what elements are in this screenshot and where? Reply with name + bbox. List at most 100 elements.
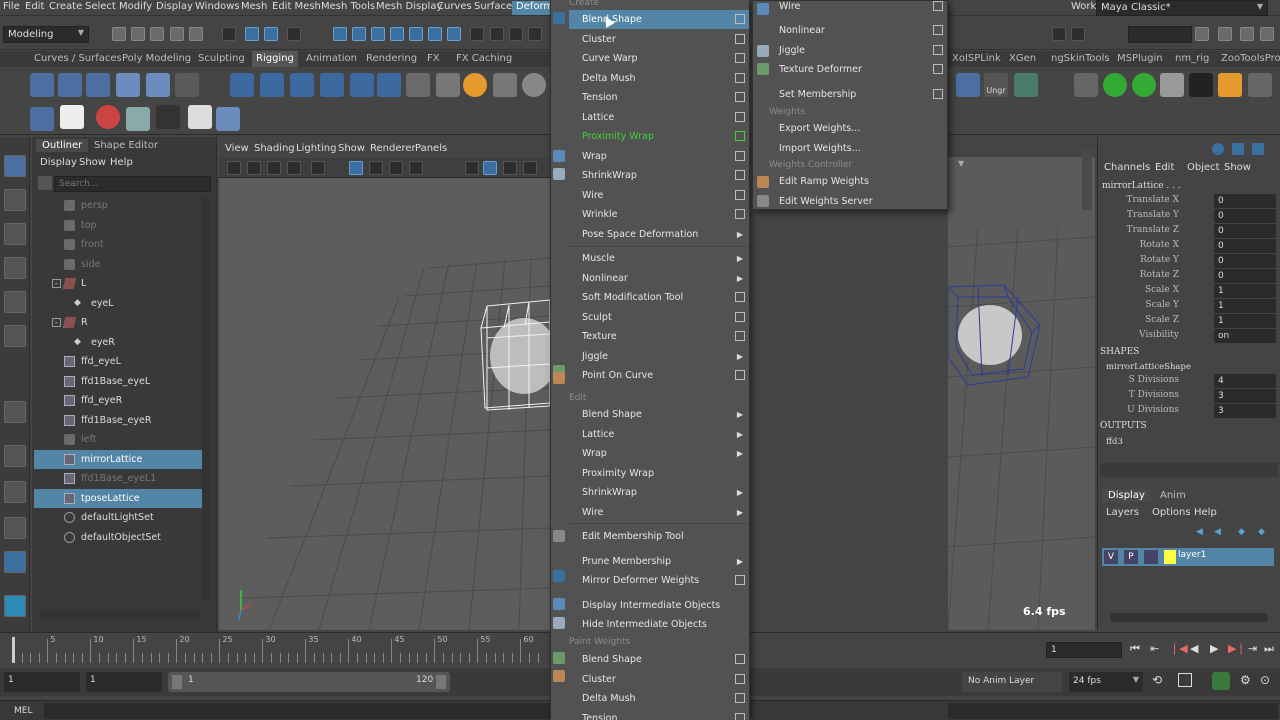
deform-edit-wire[interactable]: Wire ▶ xyxy=(569,503,749,522)
2d-pan-icon[interactable] xyxy=(311,161,325,175)
save-scene-icon[interactable] xyxy=(150,27,164,41)
option-box-icon[interactable] xyxy=(735,292,745,302)
go-to-start-icon[interactable]: ⏮ xyxy=(1130,642,1140,656)
cluster-icon[interactable] xyxy=(260,73,284,97)
input-line-field[interactable] xyxy=(1128,26,1192,43)
option-box-icon[interactable] xyxy=(735,33,745,44)
menu-mesh-tools[interactable]: Mesh Tools xyxy=(321,1,375,12)
cb-attr-row-t-divisions[interactable]: T Divisions 3 xyxy=(1098,389,1280,404)
deform-membership-mirror-deformer-weights[interactable]: Mirror Deformer Weights xyxy=(569,571,749,590)
outliner-row-eyer[interactable]: ◆ eyeR xyxy=(34,333,202,352)
single-layout-icon[interactable] xyxy=(4,445,26,467)
textured-icon[interactable] xyxy=(523,161,537,175)
menu-edit[interactable]: Edit xyxy=(25,1,44,12)
layer-move-up-icon[interactable]: ◀ xyxy=(1196,527,1208,537)
gate-mask-icon[interactable] xyxy=(409,161,423,175)
play-backward-icon[interactable]: ◀ xyxy=(1190,642,1198,655)
lattice-shelf-icon[interactable] xyxy=(290,73,314,97)
deform-create-pose-space-deformation[interactable]: Pose Space Deformation ▶ xyxy=(569,225,749,244)
deform-create-sculpt[interactable]: Sculpt xyxy=(569,308,749,327)
cb-attr-row-scale-z[interactable]: Scale Z 1 xyxy=(1098,314,1280,329)
submenu-nonlinear[interactable]: Nonlinear xyxy=(779,21,945,40)
user-icon[interactable] xyxy=(1195,27,1209,41)
deform-create-wrap[interactable]: Wrap xyxy=(569,147,749,166)
go-to-end-icon[interactable]: ⏭ xyxy=(1264,642,1274,656)
pole-vector-icon[interactable] xyxy=(493,73,517,97)
key-prefs-icon[interactable]: ⊙ xyxy=(1260,673,1270,687)
viewport-persp[interactable] xyxy=(219,178,550,630)
vp-menu-show[interactable]: Show xyxy=(338,143,365,154)
select-component-icon[interactable] xyxy=(264,27,278,41)
new-layer-selected-icon[interactable]: ◆ xyxy=(1258,527,1270,537)
outliner-row-left[interactable]: left xyxy=(34,430,202,449)
layers-menu-layers[interactable]: Layers xyxy=(1106,507,1139,518)
outliner-row-ffd1base-eyer[interactable]: ffd1Base_eyeR xyxy=(34,411,202,430)
cb-attr-row-rotate-x[interactable]: Rotate X 0 xyxy=(1098,239,1280,254)
option-box-icon[interactable] xyxy=(735,72,745,83)
cb-attr-row-scale-y[interactable]: Scale Y 1 xyxy=(1098,299,1280,314)
smooth-shade-icon[interactable] xyxy=(483,161,497,175)
brush-icon[interactable] xyxy=(216,107,240,131)
vp-menu-view[interactable]: View xyxy=(225,143,249,154)
scale-tool-icon[interactable] xyxy=(4,325,26,347)
menu-curves[interactable]: Curves xyxy=(437,1,472,12)
select-object-icon[interactable] xyxy=(245,27,259,41)
grid-toggle-icon[interactable] xyxy=(349,161,363,175)
play-icon[interactable] xyxy=(1052,27,1066,41)
deform-paint-blend-shape[interactable]: Blend Shape xyxy=(569,650,749,669)
option-box-icon[interactable] xyxy=(735,170,745,180)
menu-surfaces[interactable]: Surfaces xyxy=(474,1,517,12)
menu-display[interactable]: Display xyxy=(156,1,193,12)
ipr-icon[interactable] xyxy=(528,27,542,41)
cb-attr-row-rotate-z[interactable]: Rotate Z 0 xyxy=(1098,269,1280,284)
cb-menu-channels[interactable]: Channels xyxy=(1104,162,1150,173)
red-ring-icon[interactable] xyxy=(96,105,120,129)
bind-skin-icon[interactable] xyxy=(175,73,199,97)
outliner-search-input[interactable] xyxy=(54,176,211,192)
outliner-scrollbar[interactable] xyxy=(202,197,210,601)
shelf-tab-animation[interactable]: Animation xyxy=(306,53,357,64)
deform-create-lattice[interactable]: Lattice xyxy=(569,108,749,127)
layer-type-toggle[interactable] xyxy=(1144,550,1158,564)
submenu-edit-ramp-weights[interactable]: Edit Ramp Weights xyxy=(779,172,945,191)
modeling-toolkit-icon[interactable] xyxy=(1218,27,1232,41)
outliner-hscrollbar[interactable] xyxy=(40,609,200,619)
ungroup-button[interactable]: Ungr xyxy=(984,73,1008,97)
deform-edit-blend-shape[interactable]: Blend Shape ▶ xyxy=(569,405,749,424)
start-time-field[interactable]: 1 xyxy=(4,672,80,692)
cb-attr-row-s-divisions[interactable]: S Divisions 4 xyxy=(1098,374,1280,389)
lock-icon[interactable] xyxy=(470,27,484,41)
layer-tab-anim[interactable]: Anim xyxy=(1154,489,1192,502)
step-back-key-icon[interactable]: ⇤ xyxy=(1150,642,1159,655)
submenu-texture-deformer[interactable]: Texture Deformer xyxy=(779,60,945,79)
ik-handle-icon[interactable] xyxy=(58,73,82,97)
deform-create-wire[interactable]: Wire xyxy=(569,186,749,205)
option-box-icon[interactable] xyxy=(933,1,943,11)
cb-attr-value[interactable]: 3 xyxy=(1214,389,1276,403)
shelf-tab-fx[interactable]: FX xyxy=(427,53,440,64)
new-layer-icon[interactable]: ◆ xyxy=(1238,527,1250,537)
wrap-deformer-icon[interactable] xyxy=(350,73,374,97)
deform-create-soft-modification-tool[interactable]: Soft Modification Tool xyxy=(569,288,749,307)
rotate-tool-icon[interactable] xyxy=(4,291,26,313)
cb-attr-value[interactable]: on xyxy=(1214,329,1276,343)
joint-tool-icon-2[interactable] xyxy=(956,73,980,97)
lasso-tool-icon[interactable] xyxy=(4,189,26,211)
maya-logo-icon[interactable] xyxy=(4,595,26,617)
deform-create-proximity-wrap[interactable]: Proximity Wrap xyxy=(569,127,749,146)
collapse-icon[interactable]: - xyxy=(52,279,61,288)
collapse-icon[interactable]: - xyxy=(52,318,61,327)
move-tool-icon[interactable] xyxy=(4,257,26,279)
arrow-red-icon[interactable] xyxy=(60,105,84,129)
command-input[interactable] xyxy=(44,703,550,719)
checklist-icon[interactable] xyxy=(1160,73,1184,97)
curve-icon[interactable] xyxy=(1014,73,1038,97)
menu-edit-mesh[interactable]: Edit Mesh xyxy=(272,1,321,12)
submenu-export-weights[interactable]: Export Weights... xyxy=(779,119,945,138)
resolution-gate-icon[interactable] xyxy=(389,161,403,175)
deform-edit-proximity-wrap[interactable]: Proximity Wrap xyxy=(569,464,749,483)
dark-box-icon[interactable] xyxy=(1189,73,1213,97)
deform-create-shrinkwrap[interactable]: ShrinkWrap xyxy=(569,166,749,185)
cb-attr-value[interactable]: 0 xyxy=(1214,224,1276,238)
shelf-tab-zootoolspro[interactable]: ZooToolsPro xyxy=(1221,53,1280,64)
